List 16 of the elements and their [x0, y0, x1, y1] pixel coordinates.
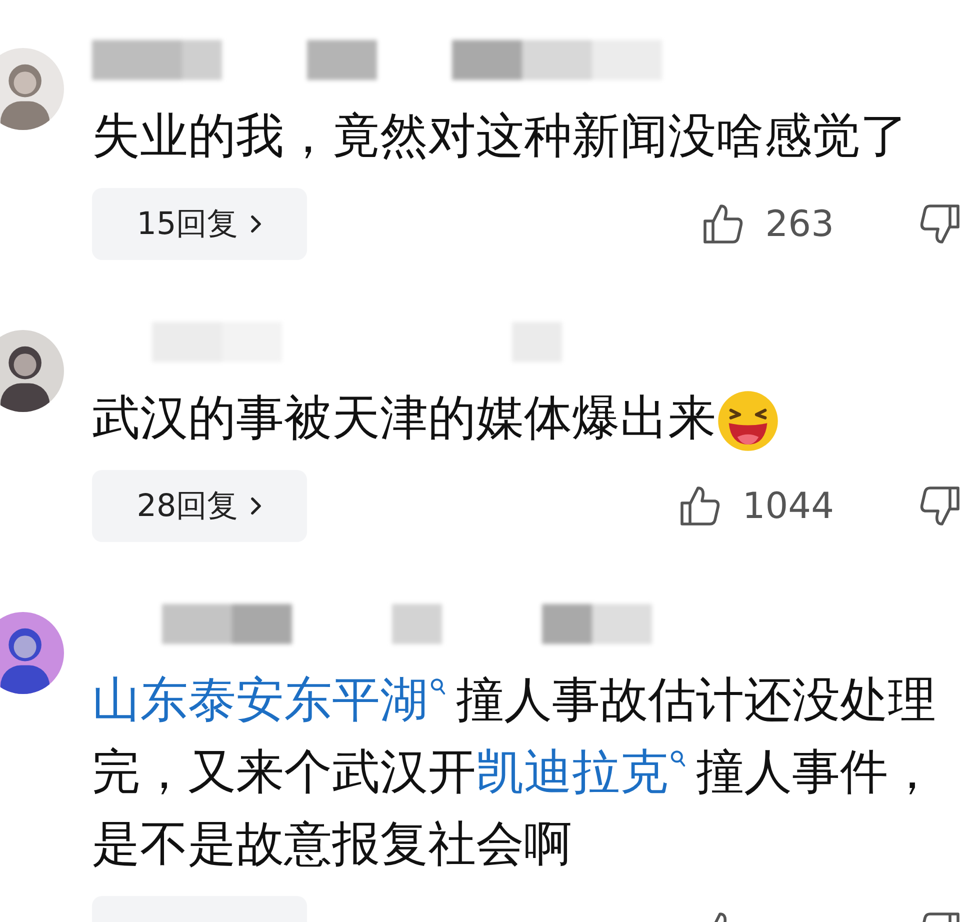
comment-text: 失业的我，竟然对这种新闻没啥感觉了	[92, 107, 909, 166]
thumbs-up-icon[interactable]	[701, 202, 746, 246]
replies-button[interactable]: 28回复	[92, 470, 307, 542]
search-link[interactable]: 山东泰安东平湖	[92, 672, 456, 728]
like-count: 263	[765, 204, 834, 244]
thumbs-up-icon[interactable]	[678, 484, 722, 528]
like-count: 1044	[742, 486, 834, 526]
laughing-emoji-icon	[716, 388, 780, 453]
thumbs-down-icon[interactable]	[918, 202, 962, 246]
comment-text: 武汉的事被天津的媒体爆出来	[92, 382, 974, 454]
search-link[interactable]: 凯迪拉克	[476, 744, 696, 800]
thumbs-down-icon[interactable]	[918, 484, 962, 528]
replies-button[interactable]: 15回复	[92, 188, 307, 260]
comment-text: 山东泰安东平湖 撞人事故估计还没处理完，又来个武汉开凯迪拉克 撞人事件，是不是故意报复社会啊	[92, 671, 937, 874]
chevron-icon	[250, 214, 262, 234]
chevron-icon	[250, 496, 262, 516]
